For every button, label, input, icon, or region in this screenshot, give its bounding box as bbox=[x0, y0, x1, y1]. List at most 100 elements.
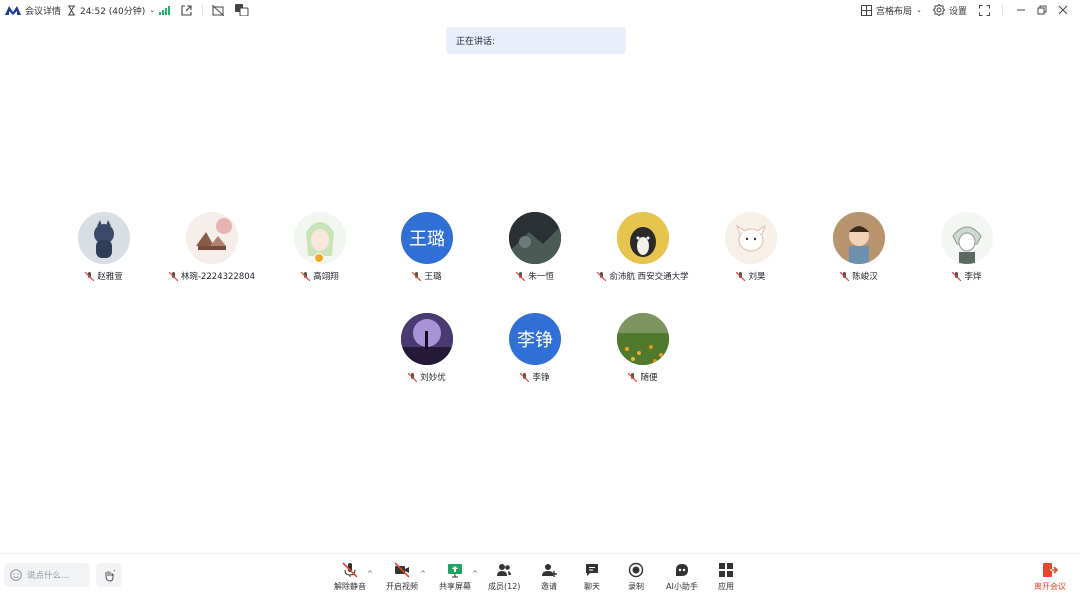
translate-icon[interactable] bbox=[235, 4, 249, 16]
ai-assistant-button[interactable]: AI小助手 bbox=[666, 562, 698, 592]
restore-icon[interactable] bbox=[1037, 5, 1047, 15]
settings-button[interactable]: 设置 bbox=[933, 4, 967, 17]
chat-input[interactable]: 说点什么... bbox=[4, 563, 90, 587]
leave-meeting-button[interactable]: 离开会议 bbox=[1034, 562, 1066, 592]
invite-button[interactable]: 邀请 bbox=[541, 562, 557, 592]
apps-label: 应用 bbox=[718, 582, 734, 591]
chevron-up-icon[interactable]: ^ bbox=[420, 570, 426, 578]
share-screen-button[interactable]: 共享屏幕 bbox=[439, 562, 471, 592]
mic-muted-icon bbox=[516, 271, 526, 281]
participant-tile[interactable]: 俞沛航 西安交通大学 bbox=[589, 212, 697, 292]
share-screen-icon bbox=[448, 564, 462, 578]
participant-name: 李烨 bbox=[964, 272, 982, 282]
participant-name: 赵雅萱 bbox=[97, 272, 123, 282]
raise-hand-icon bbox=[105, 569, 115, 582]
mic-muted-icon bbox=[301, 271, 311, 281]
participant-name: 王璐 bbox=[424, 272, 442, 282]
avatar-initials: 李铮 bbox=[517, 330, 553, 351]
signal-icon[interactable] bbox=[159, 5, 170, 15]
participant-tile[interactable]: 李铮 李铮 bbox=[481, 313, 589, 393]
participant-tile[interactable]: 刘昊 bbox=[697, 212, 805, 292]
participant-tile[interactable]: 朱一恒 bbox=[481, 212, 589, 292]
avatar bbox=[186, 212, 238, 264]
record-label: 录制 bbox=[628, 582, 644, 591]
chevron-up-icon[interactable]: ^ bbox=[472, 570, 478, 578]
mic-muted-icon bbox=[342, 562, 358, 578]
annotation-off-icon[interactable] bbox=[212, 4, 224, 16]
bottom-toolbar: 说点什么... 解除静音 ^ 开启视频 ^ 共享屏幕 ^ 成员(12) 邀请 聊… bbox=[0, 553, 1080, 594]
avatar bbox=[617, 313, 669, 365]
avatar: 王璐 bbox=[401, 212, 453, 264]
avatar: 李铮 bbox=[509, 313, 561, 365]
chevron-up-icon[interactable]: ^ bbox=[367, 570, 373, 578]
participant-name: 林琬-2224322804 bbox=[180, 272, 256, 282]
avatar bbox=[725, 212, 777, 264]
leave-meeting-label: 离开会议 bbox=[1034, 582, 1066, 591]
avatar bbox=[617, 212, 669, 264]
record-button[interactable]: 录制 bbox=[628, 562, 644, 592]
members-button[interactable]: 成员(12) bbox=[488, 562, 520, 592]
layout-dropdown[interactable]: 宫格布局 ⌄ bbox=[861, 4, 922, 17]
mic-muted-icon bbox=[412, 271, 422, 281]
members-icon bbox=[497, 564, 512, 576]
participant-tile[interactable]: 高翊翔 bbox=[266, 212, 374, 292]
participant-name: 陈峻汉 bbox=[852, 272, 878, 282]
ai-assistant-icon bbox=[675, 564, 688, 576]
participant-tile[interactable]: 陈峻汉 bbox=[805, 212, 913, 292]
participant-name: 高翊翔 bbox=[313, 272, 339, 282]
mic-muted-icon bbox=[597, 271, 607, 281]
mic-muted-icon bbox=[952, 271, 962, 281]
participant-name: 刘昊 bbox=[748, 272, 766, 282]
settings-label: 设置 bbox=[949, 6, 968, 17]
share-screen-label: 共享屏幕 bbox=[439, 582, 471, 591]
participant-tile[interactable]: 林琬-2224322804 bbox=[158, 212, 266, 292]
layout-label: 宫格布局 bbox=[876, 6, 913, 17]
minimize-icon[interactable] bbox=[1016, 5, 1026, 15]
avatar-initials: 王璐 bbox=[409, 229, 445, 250]
fullscreen-icon[interactable] bbox=[979, 4, 990, 16]
start-video-button[interactable]: 开启视频 bbox=[386, 562, 418, 592]
mic-muted-icon bbox=[840, 271, 850, 281]
participant-tile[interactable]: 赵雅萱 bbox=[50, 212, 158, 292]
timer-dropdown[interactable]: 24:52 (40分钟) ⌄ bbox=[67, 4, 155, 17]
participant-tile[interactable]: 王璐 王璐 bbox=[373, 212, 481, 292]
hourglass-icon bbox=[67, 5, 76, 16]
start-video-label: 开启视频 bbox=[386, 582, 418, 591]
avatar bbox=[78, 212, 130, 264]
mic-muted-icon bbox=[628, 372, 638, 382]
participant-tile[interactable]: 随便 bbox=[589, 313, 697, 393]
leave-icon bbox=[1043, 563, 1058, 577]
video-off-icon bbox=[394, 562, 410, 578]
active-speaker-label: 正在讲话: bbox=[456, 37, 496, 47]
divider bbox=[1002, 5, 1003, 15]
timer-label: 24:52 (40分钟) bbox=[80, 6, 146, 17]
mic-muted-icon bbox=[168, 271, 178, 281]
invite-label: 邀请 bbox=[541, 582, 557, 591]
record-icon bbox=[628, 562, 644, 578]
apps-button[interactable]: 应用 bbox=[718, 562, 734, 592]
avatar bbox=[833, 212, 885, 264]
avatar bbox=[509, 212, 561, 264]
emoji-icon bbox=[10, 569, 22, 581]
unmute-button[interactable]: 解除静音 bbox=[334, 562, 366, 592]
ai-assistant-label: AI小助手 bbox=[666, 582, 698, 591]
raise-hand-button[interactable] bbox=[96, 563, 122, 587]
participant-name: 俞沛航 西安交通大学 bbox=[609, 272, 689, 282]
mic-muted-icon bbox=[85, 271, 95, 281]
add-user-icon bbox=[542, 564, 557, 577]
close-icon[interactable] bbox=[1058, 5, 1068, 15]
external-link-icon[interactable] bbox=[181, 4, 192, 16]
participant-tile[interactable]: 刘妙优 bbox=[373, 313, 481, 393]
grid-layout-icon bbox=[861, 4, 872, 16]
chat-icon bbox=[586, 564, 598, 576]
participant-name: 李铮 bbox=[532, 373, 550, 383]
app-logo-icon bbox=[5, 5, 21, 15]
participant-name: 刘妙优 bbox=[420, 373, 446, 383]
host-badge-icon bbox=[314, 253, 324, 263]
meeting-details-button[interactable]: 会议详情 bbox=[5, 4, 61, 17]
mic-muted-icon bbox=[520, 372, 530, 382]
apps-icon bbox=[719, 563, 733, 577]
participant-tile[interactable]: 李烨 bbox=[913, 212, 1021, 292]
participant-name: 随便 bbox=[640, 373, 658, 383]
chat-button[interactable]: 聊天 bbox=[584, 562, 600, 592]
